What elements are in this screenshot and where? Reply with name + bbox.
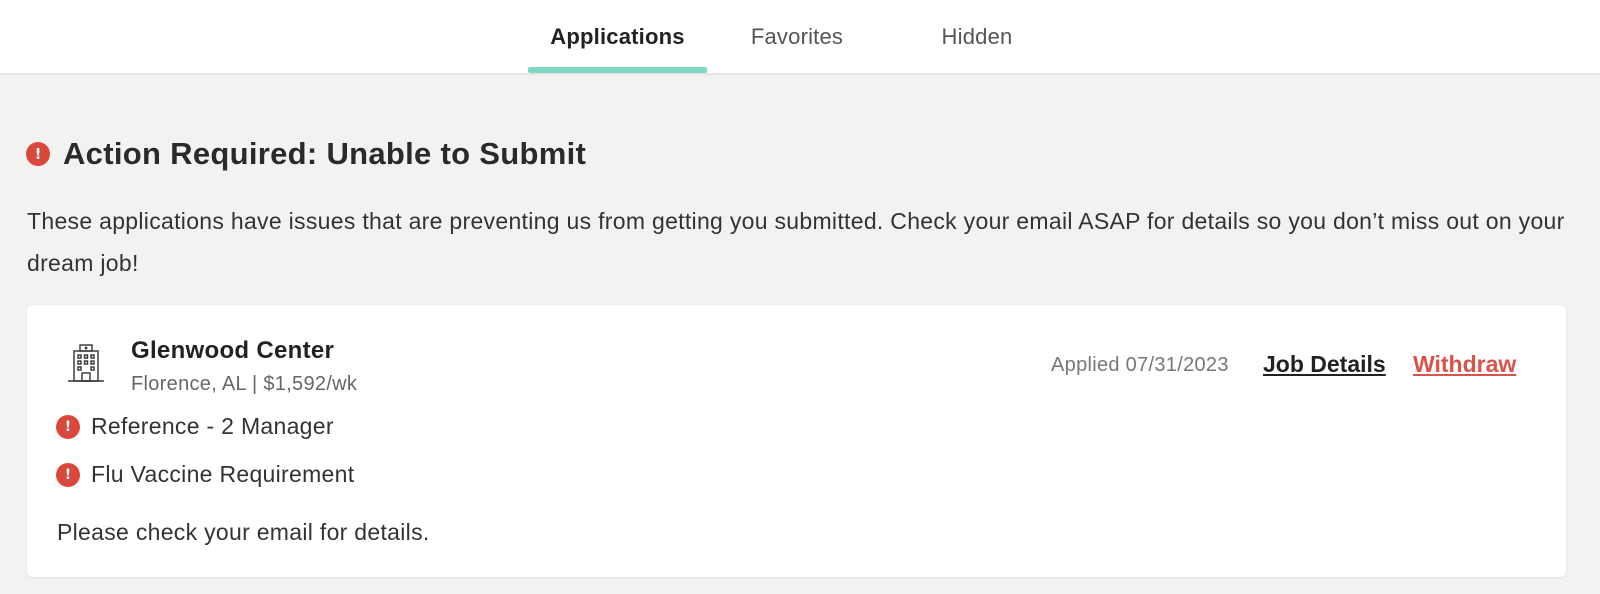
tab-bar: Applications Favorites Hidden xyxy=(0,0,1600,74)
error-icon: ! xyxy=(26,142,50,166)
facility-name: Glenwood Center xyxy=(131,337,335,364)
applied-date: Applied 07/31/2023 xyxy=(1051,354,1229,376)
issue-item: ! Flu Vaccine Requirement xyxy=(56,461,354,488)
tab-applications[interactable]: Applications xyxy=(528,0,707,74)
tab-hidden[interactable]: Hidden xyxy=(887,0,1067,74)
facility-location-pay: Florence, AL | $1,592/wk xyxy=(131,373,358,395)
alert-description: These applications have issues that are … xyxy=(27,208,1565,276)
active-tab-indicator xyxy=(528,67,707,73)
details-note: Please check your email for details. xyxy=(57,519,430,545)
alert-title: Action Required: Unable to Submit xyxy=(63,136,587,171)
issue-label: Reference - 2 Manager xyxy=(91,413,334,439)
issue-label: Flu Vaccine Requirement xyxy=(91,461,355,487)
building-icon xyxy=(68,344,104,382)
alert-header: ! Action Required: Unable to Submit xyxy=(26,136,586,172)
withdraw-link[interactable]: Withdraw xyxy=(1413,351,1516,378)
application-card: Glenwood Center Florence, AL | $1,592/wk… xyxy=(27,305,1566,577)
job-details-link[interactable]: Job Details xyxy=(1263,351,1386,378)
error-icon: ! xyxy=(56,462,80,487)
error-icon: ! xyxy=(56,414,80,439)
tab-favorites[interactable]: Favorites xyxy=(707,0,887,74)
issue-item: ! Reference - 2 Manager xyxy=(56,413,334,440)
